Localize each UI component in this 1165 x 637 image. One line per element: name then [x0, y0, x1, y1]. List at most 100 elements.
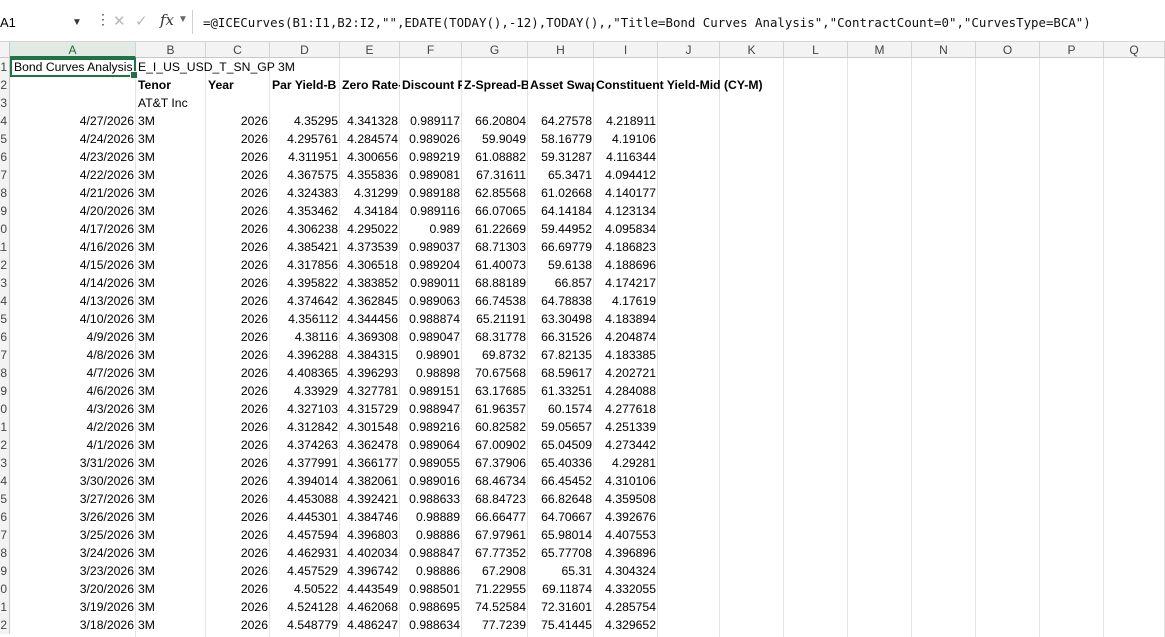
- tenor-cell[interactable]: 3M: [136, 130, 206, 148]
- asset-swap-cell[interactable]: 64.70667: [528, 508, 594, 526]
- date-cell[interactable]: 4/22/2026: [10, 166, 136, 184]
- zero-rate-cell[interactable]: 4.396803: [340, 526, 400, 544]
- discount-factor-cell[interactable]: 0.988695: [400, 598, 462, 616]
- discount-factor-cell[interactable]: 0.989063: [400, 292, 462, 310]
- z-spread-cell[interactable]: 69.8732: [462, 346, 528, 364]
- issuer-cell[interactable]: AT&T Inc: [136, 94, 206, 112]
- asset-swap-cell[interactable]: 65.04509: [528, 436, 594, 454]
- discount-factor-cell[interactable]: 0.989188: [400, 184, 462, 202]
- asset-swap-cell[interactable]: 65.31: [528, 562, 594, 580]
- asset-swap-cell[interactable]: 64.78838: [528, 292, 594, 310]
- date-cell[interactable]: 3/27/2026: [10, 490, 136, 508]
- par-yield-cell[interactable]: 4.394014: [270, 472, 340, 490]
- date-cell[interactable]: 3/26/2026: [10, 508, 136, 526]
- z-spread-cell[interactable]: 67.00902: [462, 436, 528, 454]
- discount-factor-cell[interactable]: 0.989026: [400, 130, 462, 148]
- year-cell[interactable]: 2026: [206, 436, 270, 454]
- year-cell[interactable]: 2026: [206, 346, 270, 364]
- row-header[interactable]: 27: [0, 526, 10, 544]
- constituent-yield-cell[interactable]: 4.204874: [594, 328, 658, 346]
- discount-factor-cell[interactable]: 0.988501: [400, 580, 462, 598]
- par-yield-cell[interactable]: 4.385421: [270, 238, 340, 256]
- column-header-n[interactable]: N: [912, 42, 976, 58]
- year-cell[interactable]: 2026: [206, 274, 270, 292]
- asset-swap-cell[interactable]: 67.82135: [528, 346, 594, 364]
- z-spread-cell[interactable]: 68.88189: [462, 274, 528, 292]
- row-header[interactable]: 22: [0, 436, 10, 454]
- date-cell[interactable]: 4/17/2026: [10, 220, 136, 238]
- year-cell[interactable]: 2026: [206, 418, 270, 436]
- constituent-yield-cell[interactable]: 4.310106: [594, 472, 658, 490]
- date-cell[interactable]: 3/31/2026: [10, 454, 136, 472]
- par-yield-cell[interactable]: 4.324383: [270, 184, 340, 202]
- par-yield-cell[interactable]: 4.524128: [270, 598, 340, 616]
- curve-id-cell[interactable]: E_I_US_USD_T_SN_GP 3M: [136, 58, 295, 76]
- row-header[interactable]: 3: [0, 94, 10, 112]
- row-header[interactable]: 32: [0, 616, 10, 634]
- date-cell[interactable]: 4/21/2026: [10, 184, 136, 202]
- row-header[interactable]: 24: [0, 472, 10, 490]
- date-cell[interactable]: 3/20/2026: [10, 580, 136, 598]
- asset-swap-cell[interactable]: 66.69779: [528, 238, 594, 256]
- row-header[interactable]: 31: [0, 598, 10, 616]
- function-chevron-down-icon[interactable]: ▼: [178, 14, 188, 25]
- zero-rate-cell[interactable]: 4.327781: [340, 382, 400, 400]
- zero-rate-cell[interactable]: 4.384315: [340, 346, 400, 364]
- constituent-yield-cell[interactable]: 4.116344: [594, 148, 658, 166]
- z-spread-cell[interactable]: 60.82582: [462, 418, 528, 436]
- tenor-cell[interactable]: 3M: [136, 166, 206, 184]
- date-cell[interactable]: 4/14/2026: [10, 274, 136, 292]
- column-label-cell[interactable]: Par Yield-B: [270, 76, 340, 94]
- constituent-yield-cell[interactable]: 4.17619: [594, 292, 658, 310]
- zero-rate-cell[interactable]: 4.306518: [340, 256, 400, 274]
- constituent-yield-cell[interactable]: 4.183385: [594, 346, 658, 364]
- par-yield-cell[interactable]: 4.33929: [270, 382, 340, 400]
- z-spread-cell[interactable]: 68.84723: [462, 490, 528, 508]
- date-cell[interactable]: 4/1/2026: [10, 436, 136, 454]
- year-cell[interactable]: 2026: [206, 454, 270, 472]
- tenor-cell[interactable]: 3M: [136, 436, 206, 454]
- zero-rate-cell[interactable]: 4.396742: [340, 562, 400, 580]
- year-cell[interactable]: 2026: [206, 472, 270, 490]
- z-spread-cell[interactable]: 74.52584: [462, 598, 528, 616]
- par-yield-cell[interactable]: 4.295761: [270, 130, 340, 148]
- asset-swap-cell[interactable]: 59.05657: [528, 418, 594, 436]
- discount-factor-cell[interactable]: 0.989011: [400, 274, 462, 292]
- row-header[interactable]: 2: [0, 76, 10, 94]
- tenor-cell[interactable]: 3M: [136, 598, 206, 616]
- discount-factor-cell[interactable]: 0.989055: [400, 454, 462, 472]
- zero-rate-cell[interactable]: 4.373539: [340, 238, 400, 256]
- tenor-cell[interactable]: 3M: [136, 292, 206, 310]
- par-yield-cell[interactable]: 4.377991: [270, 454, 340, 472]
- asset-swap-cell[interactable]: 58.16779: [528, 130, 594, 148]
- tenor-cell[interactable]: 3M: [136, 616, 206, 634]
- year-cell[interactable]: 2026: [206, 292, 270, 310]
- constituent-yield-cell[interactable]: 4.304324: [594, 562, 658, 580]
- zero-rate-cell[interactable]: 4.362845: [340, 292, 400, 310]
- z-spread-cell[interactable]: 67.2908: [462, 562, 528, 580]
- row-header[interactable]: 17: [0, 346, 10, 364]
- constituent-yield-cell[interactable]: 4.392676: [594, 508, 658, 526]
- date-cell[interactable]: 4/20/2026: [10, 202, 136, 220]
- date-cell[interactable]: 4/27/2026: [10, 112, 136, 130]
- zero-rate-cell[interactable]: 4.300656: [340, 148, 400, 166]
- date-cell[interactable]: 3/18/2026: [10, 616, 136, 634]
- date-cell[interactable]: 3/25/2026: [10, 526, 136, 544]
- tenor-cell[interactable]: 3M: [136, 508, 206, 526]
- column-label-cell[interactable]: Year: [206, 76, 270, 94]
- tenor-cell[interactable]: 3M: [136, 256, 206, 274]
- zero-rate-cell[interactable]: 4.369308: [340, 328, 400, 346]
- asset-swap-cell[interactable]: 59.31287: [528, 148, 594, 166]
- fill-handle[interactable]: [130, 71, 138, 79]
- tenor-cell[interactable]: 3M: [136, 544, 206, 562]
- zero-rate-cell[interactable]: 4.443549: [340, 580, 400, 598]
- more-options-icon[interactable]: ⋮: [96, 11, 110, 28]
- z-spread-cell[interactable]: 61.08882: [462, 148, 528, 166]
- date-cell[interactable]: 4/7/2026: [10, 364, 136, 382]
- discount-factor-cell[interactable]: 0.988874: [400, 310, 462, 328]
- constituent-yield-cell[interactable]: 4.123134: [594, 202, 658, 220]
- zero-rate-cell[interactable]: 4.34184: [340, 202, 400, 220]
- column-header-c[interactable]: C: [206, 42, 270, 58]
- discount-factor-cell[interactable]: 0.989216: [400, 418, 462, 436]
- discount-factor-cell[interactable]: 0.98901: [400, 346, 462, 364]
